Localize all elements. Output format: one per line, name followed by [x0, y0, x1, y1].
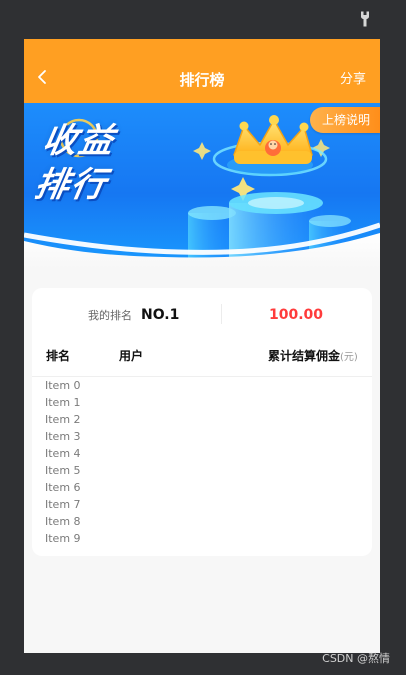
- banner-title: 收益 排行: [31, 121, 119, 205]
- my-rank-row: 我的排名 NO.1 100.00: [32, 288, 372, 340]
- commission-column-header: 累计结算佣金(元): [268, 348, 358, 366]
- list-item: Item 9: [45, 532, 81, 545]
- list-item: Item 6: [45, 481, 81, 494]
- ranking-list: Item 0 Item 1 Item 2 Item 3 Item 4 Item …: [45, 378, 345, 548]
- rules-button[interactable]: 上榜说明: [309, 107, 380, 133]
- device-frame: 排行榜 分享 收益 排行 上榜说明 我的排名 NO.1 100.00 排名 用户…: [0, 0, 406, 675]
- share-button[interactable]: 分享: [340, 71, 366, 89]
- list-item: Item 0: [45, 379, 81, 392]
- source-watermark: CSDN @熬情: [322, 652, 390, 665]
- list-item: Item 4: [45, 447, 81, 460]
- commission-header-text: 累计结算佣金: [268, 349, 341, 363]
- user-column-header: 用户: [119, 349, 144, 363]
- currency-unit: (元): [340, 352, 358, 363]
- rank-column-header: 排名: [46, 349, 71, 363]
- my-rank-label: 我的排名: [88, 309, 132, 322]
- ranking-banner: 收益 排行 上榜说明: [24, 103, 380, 268]
- list-item: Item 8: [45, 515, 81, 528]
- list-item: Item 5: [45, 464, 81, 477]
- list-item: Item 7: [45, 498, 81, 511]
- page-title: 排行榜: [179, 71, 225, 89]
- list-item: Item 2: [45, 413, 81, 426]
- ranking-table-header: 排名 用户 累计结算佣金(元): [32, 340, 372, 377]
- app-screen: 排行榜 分享 收益 排行 上榜说明 我的排名 NO.1 100.00 排名 用户…: [24, 39, 380, 653]
- ranking-card: 我的排名 NO.1 100.00 排名 用户 累计结算佣金(元) Item 0 …: [32, 288, 372, 556]
- list-item: Item 3: [45, 430, 81, 443]
- my-rank-value: NO.1: [141, 307, 180, 323]
- list-item: Item 1: [45, 396, 81, 409]
- rank-divider: [221, 304, 222, 324]
- crown-art: [233, 115, 313, 164]
- wrench-icon[interactable]: [356, 10, 374, 28]
- nav-bar: 排行榜 分享: [24, 39, 380, 103]
- my-commission-amount: 100.00: [269, 307, 324, 323]
